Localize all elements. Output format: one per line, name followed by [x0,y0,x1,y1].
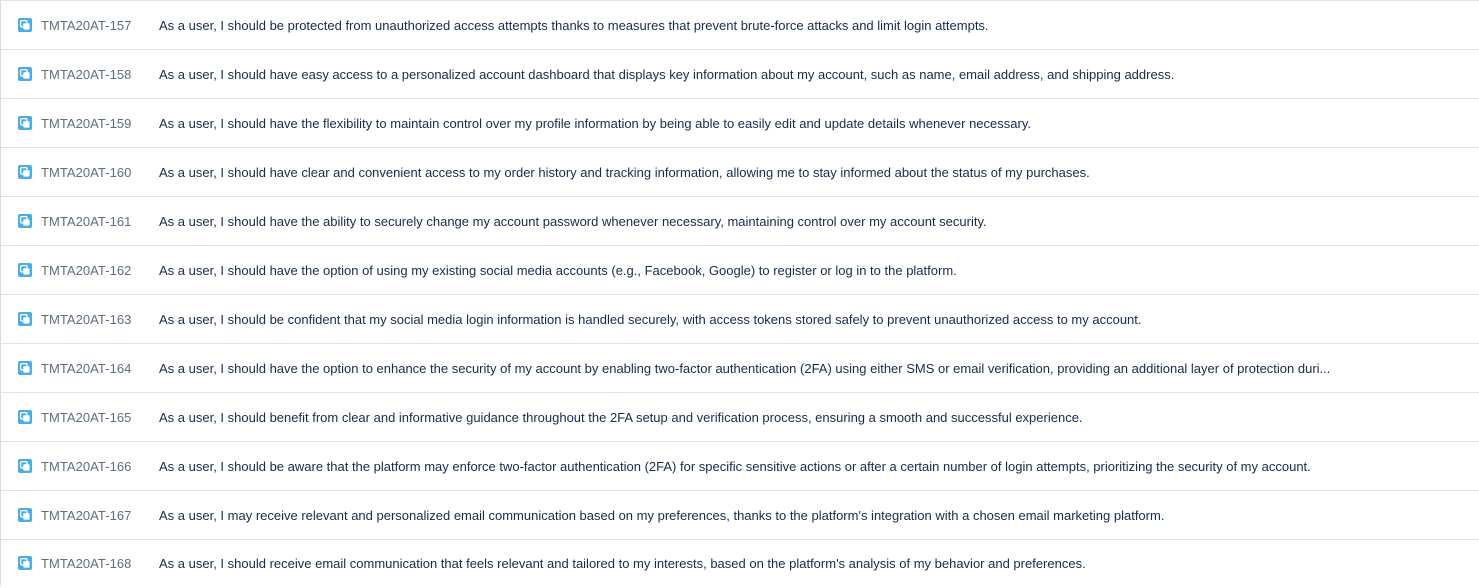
issue-key[interactable]: TMTA20AT-164 [41,361,159,376]
issue-row[interactable]: TMTA20AT-159 As a user, I should have th… [1,99,1479,148]
issue-row[interactable]: TMTA20AT-162 As a user, I should have th… [1,246,1479,295]
story-icon [18,67,32,81]
story-icon [18,165,32,179]
issue-key[interactable]: TMTA20AT-158 [41,67,159,82]
issue-row[interactable]: TMTA20AT-166 As a user, I should be awar… [1,442,1479,491]
issue-row[interactable]: TMTA20AT-165 As a user, I should benefit… [1,393,1479,442]
story-icon [18,116,32,130]
issue-row[interactable]: TMTA20AT-160 As a user, I should have cl… [1,148,1479,197]
story-icon [18,410,32,424]
issue-summary[interactable]: As a user, I may receive relevant and pe… [159,508,1164,523]
issue-key[interactable]: TMTA20AT-161 [41,214,159,229]
story-icon [18,312,32,326]
issue-row[interactable]: TMTA20AT-163 As a user, I should be conf… [1,295,1479,344]
issue-summary[interactable]: As a user, I should have the flexibility… [159,116,1031,131]
issue-key[interactable]: TMTA20AT-162 [41,263,159,278]
issue-row[interactable]: TMTA20AT-168 As a user, I should receive… [1,540,1479,586]
story-icon [18,263,32,277]
issue-key[interactable]: TMTA20AT-159 [41,116,159,131]
issue-summary[interactable]: As a user, I should have the option of u… [159,263,957,278]
issue-summary[interactable]: As a user, I should be protected from un… [159,18,989,33]
issue-row[interactable]: TMTA20AT-167 As a user, I may receive re… [1,491,1479,540]
issue-row[interactable]: TMTA20AT-157 As a user, I should be prot… [1,1,1479,50]
issue-key[interactable]: TMTA20AT-157 [41,18,159,33]
issue-summary[interactable]: As a user, I should have clear and conve… [159,165,1090,180]
issue-summary[interactable]: As a user, I should benefit from clear a… [159,410,1083,425]
issue-row[interactable]: TMTA20AT-164 As a user, I should have th… [1,344,1479,393]
issue-key[interactable]: TMTA20AT-166 [41,459,159,474]
story-icon [18,214,32,228]
issue-key[interactable]: TMTA20AT-163 [41,312,159,327]
story-icon [18,508,32,522]
issue-summary[interactable]: As a user, I should receive email commun… [159,556,1086,571]
issue-key[interactable]: TMTA20AT-160 [41,165,159,180]
story-icon [18,459,32,473]
issue-key[interactable]: TMTA20AT-168 [41,556,159,571]
issue-list: TMTA20AT-157 As a user, I should be prot… [0,0,1479,586]
issue-summary[interactable]: As a user, I should have easy access to … [159,67,1174,82]
issue-summary[interactable]: As a user, I should have the ability to … [159,214,987,229]
issue-key[interactable]: TMTA20AT-167 [41,508,159,523]
issue-summary[interactable]: As a user, I should be confident that my… [159,312,1142,327]
issue-row[interactable]: TMTA20AT-158 As a user, I should have ea… [1,50,1479,99]
issue-summary[interactable]: As a user, I should be aware that the pl… [159,459,1311,474]
issue-key[interactable]: TMTA20AT-165 [41,410,159,425]
story-icon [18,361,32,375]
issue-summary[interactable]: As a user, I should have the option to e… [159,361,1330,376]
story-icon [18,18,32,32]
story-icon [18,556,32,570]
issue-row[interactable]: TMTA20AT-161 As a user, I should have th… [1,197,1479,246]
